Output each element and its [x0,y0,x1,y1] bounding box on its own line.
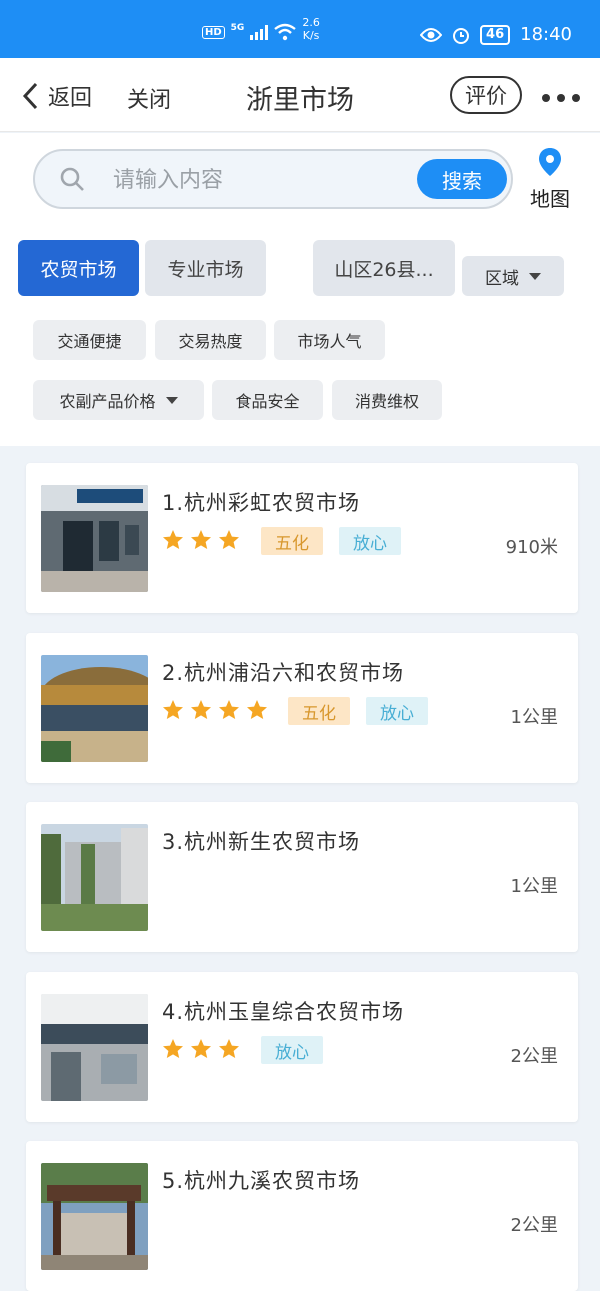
market-title: 5.杭州九溪农贸市场 [162,1169,361,1193]
star-rating [162,1038,240,1060]
more-options-button[interactable] [542,94,580,102]
battery-indicator: 46 [480,24,511,45]
tab-specialized-market[interactable]: 专业市场 [145,240,266,296]
chip-trade-heat[interactable]: 交易热度 [155,320,266,360]
chip-consumer-rights[interactable]: 消费维权 [332,380,442,420]
more-dot-icon [557,94,565,102]
market-card[interactable]: 2.杭州浦沿六和农贸市场 五化 放心 1公里 [26,633,578,783]
signal-icon [250,24,269,40]
more-dot-icon [572,94,580,102]
filter-area: 搜索 地图 农贸市场 专业市场 山区26县... 区域 交通便捷 交易热度 市场… [0,133,600,446]
clock: 18:40 [520,24,572,45]
star-icon [163,530,183,549]
tab-farmers-market[interactable]: 农贸市场 [18,240,139,296]
badge-group: 五化 放心 [261,527,401,555]
market-photo [41,1163,148,1270]
market-title: 3.杭州新生农贸市场 [162,830,361,854]
star-icon [191,530,211,549]
badge-trusted: 放心 [261,1036,323,1064]
star-icon [191,1039,211,1058]
eye-icon [420,27,443,42]
chip-food-safety[interactable]: 食品安全 [212,380,323,420]
back-button[interactable]: 返回 [22,80,92,112]
market-card[interactable]: 1.杭州彩虹农贸市场 五化 放心 910米 [26,463,578,613]
rate-button[interactable]: 评价 [450,76,522,114]
star-icon [219,530,239,549]
market-title: 4.杭州玉皇综合农贸市场 [162,1000,405,1024]
distance-label: 2公里 [510,1215,558,1236]
badge-five-standard: 五化 [288,697,350,725]
back-label: 返回 [48,86,93,111]
star-icon [219,1039,239,1058]
distance-label: 1公里 [510,707,558,728]
market-card[interactable]: 3.杭州新生农贸市场 1公里 [26,802,578,952]
chip-produce-price[interactable]: 农副产品价格 [33,380,204,420]
chip-popularity[interactable]: 市场人气 [274,320,385,360]
tab-mountain-counties[interactable]: 山区26县... [313,240,455,296]
map-label: 地图 [530,187,570,211]
search-icon [60,167,84,191]
caret-down-icon [165,396,178,404]
market-photo [41,655,148,762]
market-title: 1.杭州彩虹农贸市场 [162,491,361,515]
market-photo [41,485,148,592]
badge-group: 放心 [261,1036,323,1064]
star-icon [163,700,183,719]
badge-trusted: 放心 [339,527,401,555]
map-button[interactable]: 地图 [526,147,574,212]
nav-bar: 返回 关闭 浙里市场 评价 [0,58,600,132]
network-speed: 2.6 K/s [302,16,320,42]
more-dot-icon [542,94,550,102]
hd-indicator: HD [202,25,225,39]
close-button[interactable]: 关闭 [127,82,171,114]
area-dropdown[interactable]: 区域 [462,256,564,296]
network-status: HD 5G 2.6 K/s [202,16,320,42]
star-rating [162,529,240,551]
alarm-icon [453,27,470,44]
star-rating [162,699,268,721]
chip-produce-price-label: 农副产品价格 [59,392,156,411]
badge-trusted: 放心 [366,697,428,725]
system-status: 46 18:40 [420,24,572,45]
distance-label: 910米 [505,537,558,558]
star-icon [247,700,267,719]
caret-down-icon [529,272,541,280]
chip-transport[interactable]: 交通便捷 [33,320,146,360]
market-photo [41,824,148,931]
market-card[interactable]: 5.杭州九溪农贸市场 2公里 [26,1141,578,1291]
wifi-icon [274,23,297,41]
map-pin-icon [539,148,561,176]
area-dropdown-label: 区域 [485,268,519,289]
distance-label: 2公里 [510,1046,558,1067]
star-icon [219,700,239,719]
search-button[interactable]: 搜索 [417,159,507,199]
badge-five-standard: 五化 [261,527,323,555]
market-title: 2.杭州浦沿六和农贸市场 [162,661,405,685]
status-bar: HD 5G 2.6 K/s 46 18:40 [0,0,600,58]
search-bar: 搜索 [33,149,513,209]
search-input[interactable] [113,163,393,197]
star-icon [163,1039,183,1058]
badge-group: 五化 放心 [288,697,428,725]
market-photo [41,994,148,1101]
network-gen-label: 5G [230,23,245,33]
market-card[interactable]: 4.杭州玉皇综合农贸市场 放心 2公里 [26,972,578,1122]
chevron-left-icon [22,82,38,110]
star-icon [191,700,211,719]
distance-label: 1公里 [510,876,558,897]
